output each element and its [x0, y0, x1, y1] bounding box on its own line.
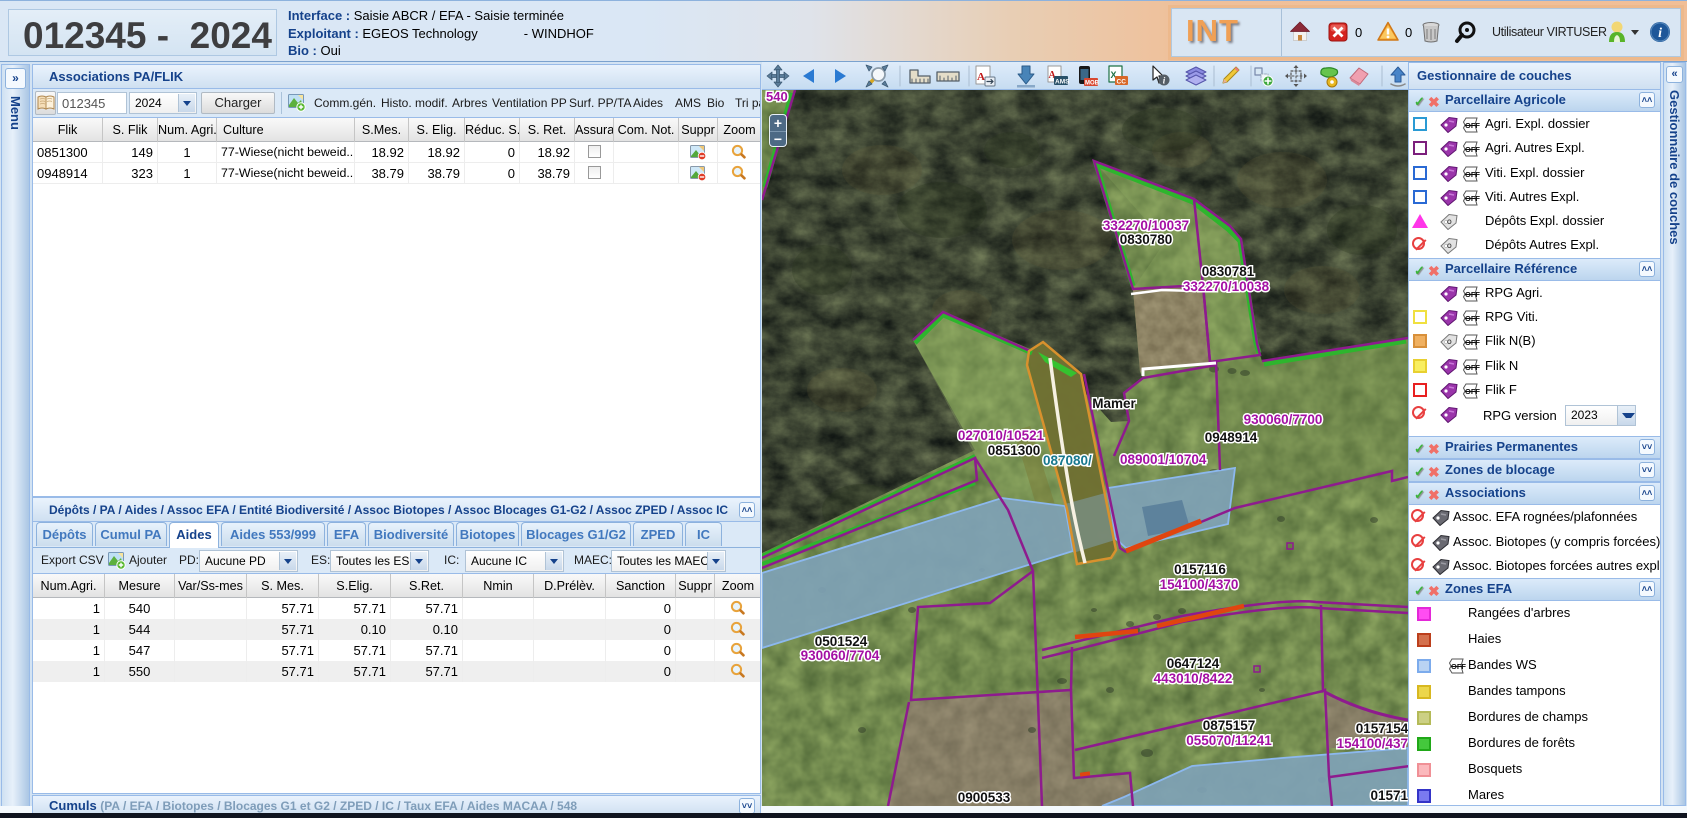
svg-text:Mamer: Mamer — [1092, 396, 1136, 411]
svg-text:i: i — [1658, 26, 1662, 41]
svg-text:MOB: MOB — [1085, 81, 1100, 87]
svg-text:01571: 01571 — [1370, 788, 1408, 803]
svg-text:CC: CC — [1117, 79, 1127, 86]
svg-text:154100/437: 154100/437 — [1337, 736, 1408, 751]
svg-text:0647124: 0647124 — [1167, 656, 1220, 671]
svg-text:154100/4370: 154100/4370 — [1160, 577, 1239, 592]
svg-text:055070/11241: 055070/11241 — [1186, 733, 1272, 748]
svg-text:0875157: 0875157 — [1203, 718, 1256, 733]
svg-text:443010/8422: 443010/8422 — [1154, 671, 1233, 686]
svg-text:027010/10521: 027010/10521 — [958, 428, 1045, 443]
svg-text:930060/7704: 930060/7704 — [801, 648, 880, 663]
svg-text:540: 540 — [766, 90, 788, 104]
svg-text:930060/7700: 930060/7700 — [1244, 412, 1323, 427]
svg-text:0830781: 0830781 — [1202, 264, 1255, 279]
svg-text:089001/10704: 089001/10704 — [1120, 452, 1207, 467]
svg-text:0851300: 0851300 — [988, 443, 1041, 458]
svg-text:0: 0 — [1355, 25, 1362, 40]
svg-text:0157116: 0157116 — [1174, 562, 1226, 577]
svg-text:087080/: 087080/ — [1043, 453, 1092, 468]
svg-text:332270/10038: 332270/10038 — [1183, 279, 1270, 294]
svg-text:0: 0 — [1405, 25, 1412, 40]
svg-text:Utilisateur VIRTUSER: Utilisateur VIRTUSER — [1492, 25, 1607, 39]
svg-text:0501524: 0501524 — [815, 634, 868, 649]
svg-text:A: A — [977, 71, 985, 83]
svg-text:AMS: AMS — [1055, 79, 1070, 86]
svg-text:0830780: 0830780 — [1120, 232, 1173, 247]
svg-text:0157154: 0157154 — [1356, 721, 1408, 736]
svg-text:332270/10037: 332270/10037 — [1103, 218, 1189, 233]
svg-text:0948914: 0948914 — [1205, 430, 1258, 445]
svg-text:0900533: 0900533 — [958, 790, 1011, 805]
